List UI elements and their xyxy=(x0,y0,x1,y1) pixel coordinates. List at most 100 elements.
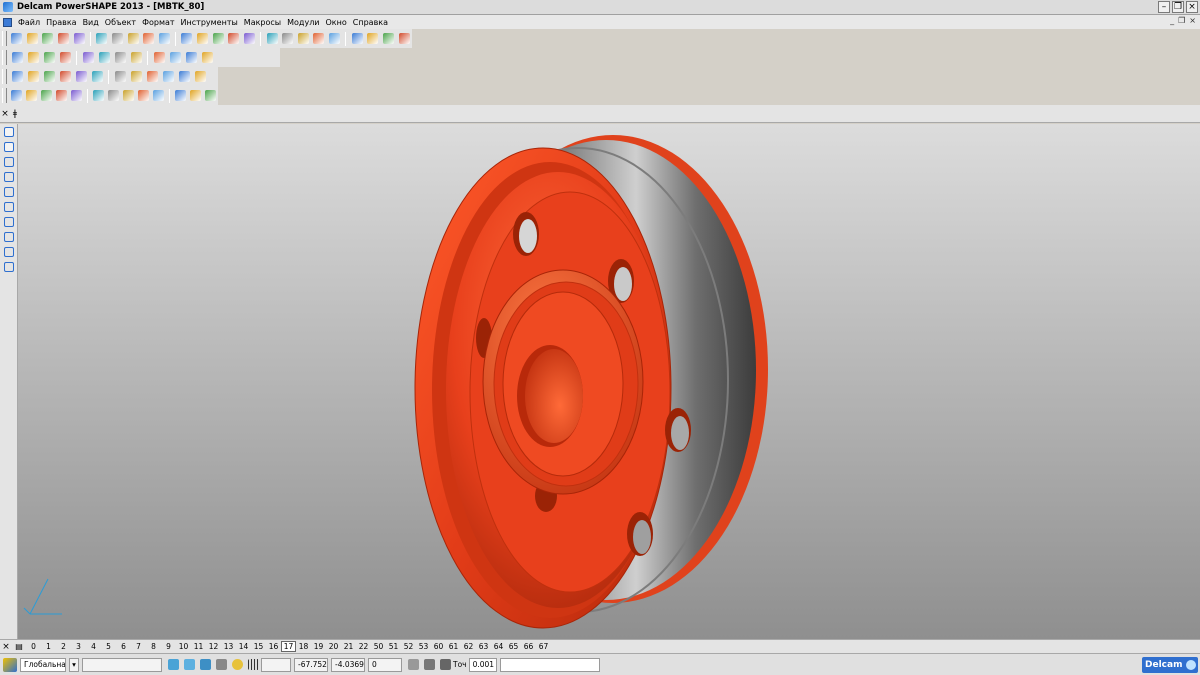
menu-view[interactable]: Вид xyxy=(80,18,102,27)
circle-button[interactable] xyxy=(2,200,16,214)
level-12[interactable]: 12 xyxy=(206,642,221,651)
level-8[interactable]: 8 xyxy=(146,642,161,651)
view-iso3-button[interactable] xyxy=(42,50,57,65)
sphere-view-button[interactable] xyxy=(129,50,144,65)
paste-button[interactable] xyxy=(141,31,156,46)
level-0[interactable]: 0 xyxy=(26,642,41,651)
level-17[interactable]: 17 xyxy=(281,641,296,652)
select-arrow-button[interactable] xyxy=(9,31,24,46)
wireframe-view-button[interactable] xyxy=(168,50,183,65)
coord-y[interactable]: -4.0369 xyxy=(331,657,365,672)
level-52[interactable]: 52 xyxy=(401,642,416,651)
layers-button[interactable] xyxy=(26,69,41,84)
arc-button[interactable] xyxy=(2,245,16,259)
cursor-tool-icon[interactable] xyxy=(438,657,453,672)
hand-pan-button[interactable] xyxy=(200,50,215,65)
axis-button[interactable] xyxy=(2,260,16,274)
arrow-select-button[interactable] xyxy=(2,125,16,139)
circle-select-button[interactable] xyxy=(296,31,311,46)
level-13[interactable]: 13 xyxy=(221,642,236,651)
close-button[interactable]: × xyxy=(1186,1,1198,13)
level-3[interactable]: 3 xyxy=(71,642,86,651)
level-20[interactable]: 20 xyxy=(326,642,341,651)
minimize-button[interactable]: – xyxy=(1158,1,1170,13)
menu-format[interactable]: Формат xyxy=(139,18,177,27)
level-62[interactable]: 62 xyxy=(461,642,476,651)
primitive-button[interactable] xyxy=(91,88,105,103)
graphics-viewport[interactable] xyxy=(18,124,1200,639)
menu-object[interactable]: Объект xyxy=(102,18,139,27)
cube-snap-icon[interactable] xyxy=(198,657,213,672)
cursor-select-button[interactable] xyxy=(280,31,295,46)
tolerance-input[interactable]: 0.001 xyxy=(468,657,497,672)
menu-edit[interactable]: Правка xyxy=(43,18,79,27)
level-66[interactable]: 66 xyxy=(521,642,536,651)
workplane-select[interactable]: Глобальна xyxy=(20,657,66,672)
level-67[interactable]: 67 xyxy=(536,642,551,651)
workplane-icon[interactable] xyxy=(3,657,17,672)
restore-button[interactable]: ❐ xyxy=(1172,1,1184,13)
calculator-button[interactable] xyxy=(145,69,160,84)
new-file-button[interactable] xyxy=(25,31,40,46)
extrude-button[interactable] xyxy=(54,88,68,103)
cut-button[interactable] xyxy=(110,31,125,46)
print-button[interactable] xyxy=(56,31,71,46)
line-button[interactable] xyxy=(2,155,16,169)
grid-value[interactable] xyxy=(261,657,291,672)
tools-button[interactable] xyxy=(397,31,412,46)
level-16[interactable]: 16 xyxy=(266,642,281,651)
shell-button[interactable] xyxy=(173,88,187,103)
surface-button[interactable] xyxy=(366,31,381,46)
lightbulb-button[interactable] xyxy=(184,50,199,65)
calculator-icon[interactable] xyxy=(406,657,421,672)
level-22[interactable]: 22 xyxy=(356,642,371,651)
cylinder-button[interactable] xyxy=(24,88,38,103)
level-1[interactable]: 1 xyxy=(41,642,56,651)
axes-button[interactable] xyxy=(39,88,53,103)
level-51[interactable]: 51 xyxy=(386,642,401,651)
level-5[interactable]: 5 xyxy=(101,642,116,651)
rectangle-button[interactable] xyxy=(2,185,16,199)
view-front-button[interactable] xyxy=(81,50,96,65)
zoom-model-button[interactable] xyxy=(242,31,257,46)
solid-button[interactable] xyxy=(381,31,396,46)
level-4[interactable]: 4 xyxy=(86,642,101,651)
cube-button[interactable] xyxy=(129,69,144,84)
level-64[interactable]: 64 xyxy=(491,642,506,651)
view-iso1-button[interactable] xyxy=(10,50,25,65)
document-icon[interactable] xyxy=(3,17,12,27)
pin-button[interactable] xyxy=(10,69,25,84)
level-2[interactable]: 2 xyxy=(56,642,71,651)
revolve-button[interactable] xyxy=(69,88,83,103)
red-ball-button[interactable] xyxy=(74,69,89,84)
coord-z[interactable]: 0 xyxy=(368,657,402,672)
menu-macros[interactable]: Макросы xyxy=(241,18,284,27)
pin-button[interactable] xyxy=(9,88,23,103)
levels-settings-icon[interactable]: ▤ xyxy=(12,642,26,651)
menu-window[interactable]: Окно xyxy=(323,18,350,27)
curve-button[interactable] xyxy=(312,31,327,46)
grid-icon[interactable] xyxy=(246,657,261,672)
find-button[interactable] xyxy=(180,31,195,46)
level-60[interactable]: 60 xyxy=(431,642,446,651)
shade-button[interactable] xyxy=(350,31,365,46)
zoom-in-button[interactable] xyxy=(97,50,112,65)
level-63[interactable]: 63 xyxy=(476,642,491,651)
level-14[interactable]: 14 xyxy=(236,642,251,651)
level-61[interactable]: 61 xyxy=(446,642,461,651)
grid-snap-icon[interactable] xyxy=(182,657,197,672)
grid-button[interactable] xyxy=(151,88,165,103)
printer-icon[interactable] xyxy=(214,657,229,672)
save-as-button[interactable] xyxy=(95,31,110,46)
calc2-icon[interactable] xyxy=(422,657,437,672)
workplane-dropdown-button[interactable]: ▾ xyxy=(69,657,79,672)
level-65[interactable]: 65 xyxy=(506,642,521,651)
menu-tools[interactable]: Инструменты xyxy=(178,18,241,27)
doc-restore-button[interactable]: ❐ xyxy=(1178,16,1185,25)
command-pin-icon[interactable]: ǂ xyxy=(10,109,20,119)
zoom-out-button[interactable] xyxy=(113,50,128,65)
fillet-button[interactable] xyxy=(188,88,202,103)
feature-button[interactable] xyxy=(136,88,150,103)
polyline-button[interactable] xyxy=(2,170,16,184)
level-10[interactable]: 10 xyxy=(176,642,191,651)
